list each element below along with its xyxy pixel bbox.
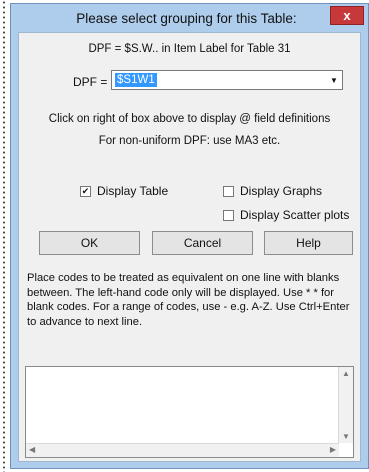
help-button[interactable]: Help bbox=[264, 231, 353, 255]
dpf-value[interactable]: $S1W1 bbox=[115, 73, 157, 87]
dialog-title: Please select grouping for this Table: bbox=[76, 10, 297, 26]
instructions-text: Place codes to be treated as equivalent … bbox=[27, 272, 350, 328]
close-button[interactable]: x bbox=[330, 6, 364, 25]
ok-button[interactable]: OK bbox=[39, 231, 140, 255]
chevron-down-icon[interactable]: ▼ bbox=[327, 72, 341, 88]
cancel-button[interactable]: Cancel bbox=[152, 231, 253, 255]
scroll-down-icon[interactable]: ▼ bbox=[342, 432, 350, 441]
dpf-label: DPF = bbox=[73, 75, 108, 89]
scroll-right-icon[interactable]: ▶ bbox=[330, 445, 336, 454]
display-graphs-label: Display Graphs bbox=[240, 184, 323, 198]
hint-field-definitions: Click on right of box above to display @… bbox=[48, 113, 331, 125]
checkbox-unchecked-icon[interactable] bbox=[223, 185, 234, 197]
table-info-text: DPF = $S.W.. in Item Label for Table 31 bbox=[88, 43, 291, 55]
title-bar[interactable]: Please select grouping for this Table: x bbox=[11, 4, 368, 32]
display-table-label: Display Table bbox=[97, 184, 169, 198]
left-dotted-border bbox=[0, 0, 8, 472]
codes-textarea[interactable]: ▲ ▼ ◀ ▶ bbox=[25, 366, 354, 458]
checkbox-unchecked-icon[interactable] bbox=[223, 209, 234, 221]
display-table-checkbox[interactable]: ✔ Display Table bbox=[80, 184, 168, 198]
close-icon: x bbox=[343, 8, 351, 23]
dialog-client-area: DPF = $S.W.. in Item Label for Table 31 … bbox=[18, 32, 361, 462]
hint-non-uniform: For non-uniform DPF: use MA3 etc. bbox=[98, 135, 281, 147]
dpf-combobox[interactable]: $S1W1 ▼ bbox=[111, 70, 343, 90]
display-scatter-label: Display Scatter plots bbox=[240, 208, 350, 222]
scroll-left-icon[interactable]: ◀ bbox=[29, 445, 35, 454]
display-graphs-checkbox[interactable]: Display Graphs bbox=[223, 184, 322, 198]
scroll-up-icon[interactable]: ▲ bbox=[342, 369, 350, 378]
vertical-scrollbar[interactable]: ▲ ▼ bbox=[338, 367, 353, 443]
checkbox-checked-icon[interactable]: ✔ bbox=[80, 185, 91, 197]
dialog-window: Please select grouping for this Table: x… bbox=[10, 3, 369, 469]
horizontal-scrollbar[interactable]: ◀ ▶ bbox=[26, 443, 339, 457]
display-scatter-checkbox[interactable]: Display Scatter plots bbox=[223, 208, 349, 222]
